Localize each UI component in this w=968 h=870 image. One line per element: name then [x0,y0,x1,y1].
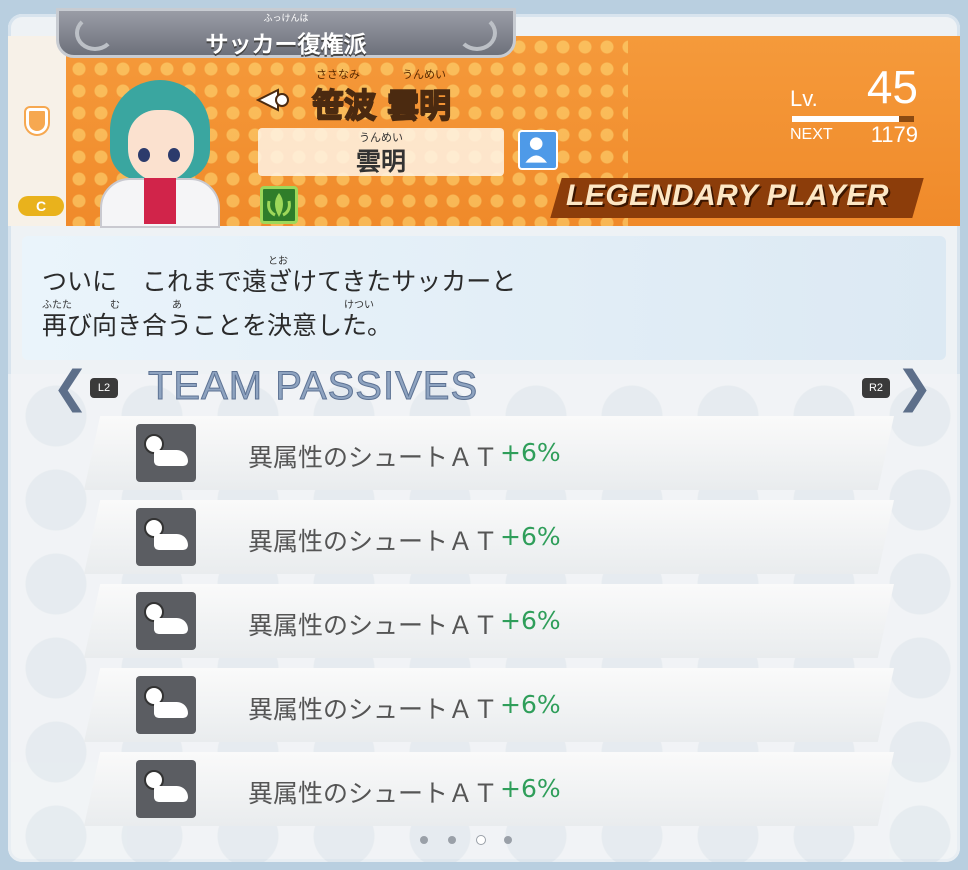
portrait-eye-right [168,148,180,162]
next-label: NEXT [790,126,833,143]
page-dot[interactable] [504,836,512,844]
passive-text: 異属性のシュートＡＴ [248,695,499,724]
shoot-boot-icon [136,592,196,650]
r2-button[interactable]: R2 [862,378,890,398]
passive-value: +6% [500,522,561,551]
passive-value: +6% [500,774,561,803]
prev-page-arrow-icon[interactable]: ❮ [52,366,89,410]
profile-person-icon[interactable] [518,130,558,170]
shoot-boot-icon [136,760,196,818]
passive-row[interactable]: 異属性のシュートＡＴ +6% [84,500,894,574]
boot-icon [154,618,188,634]
passive-text: 異属性のシュートＡＴ [248,443,499,472]
boot-icon [154,534,188,550]
boot-icon [154,786,188,802]
shoot-boot-icon [136,508,196,566]
player-portrait [96,74,226,228]
rarity-label: LEGENDARY PLAYER [566,179,890,212]
l2-button[interactable]: L2 [90,378,118,398]
boot-icon [154,702,188,718]
passive-value: +6% [500,606,561,635]
nickname-box: うんめい 雲明 [258,128,504,176]
element-wood-icon [260,186,298,224]
page-dot[interactable] [448,836,456,844]
quote-line-1: ついに これまで遠ざけてきたサッカーと [42,267,517,296]
passive-row[interactable]: 異属性のシュートＡＴ +6% [84,752,894,826]
passive-row[interactable]: 異属性のシュートＡＴ +6% [84,584,894,658]
page-dot[interactable] [476,835,486,845]
shield-icon[interactable] [26,108,48,134]
level-value: 45 [866,61,918,113]
level-label: Lv. [790,86,818,111]
passive-text: 異属性のシュートＡＴ [248,611,499,640]
nickname: 雲明 [355,147,406,176]
boot-icon [154,450,188,466]
page-dot[interactable] [420,836,428,844]
rank-wing-icon: C [18,196,64,216]
passive-row[interactable]: 異属性のシュートＡＴ +6% [84,668,894,742]
player-name: 笹波 雲明 [311,85,452,125]
portrait-face [128,110,194,182]
next-page-arrow-icon[interactable]: ❯ [896,366,933,410]
passive-text: 異属性のシュートＡＴ [248,527,499,556]
shoot-boot-icon [136,424,196,482]
shoot-boot-icon [136,676,196,734]
portrait-collar [144,178,176,224]
section-title: TEAM PASSIVES [147,364,479,409]
passive-text: 異属性のシュートＡＴ [248,779,499,808]
megaphone-icon [256,88,289,112]
portrait-eye-left [138,148,150,162]
passive-row[interactable]: 異属性のシュートＡＴ +6% [84,416,894,490]
faction-ruby: ふっけんは [263,14,309,24]
next-value: 1179 [870,122,918,147]
quote-line-2: 再び向き合うことを決意した。 [42,311,393,340]
passive-value: +6% [500,690,561,719]
faction-tab: ふっけんは サッカー復権派 [56,8,516,58]
faction-label: サッカー復権派 [205,32,367,58]
passive-value: +6% [500,438,561,467]
